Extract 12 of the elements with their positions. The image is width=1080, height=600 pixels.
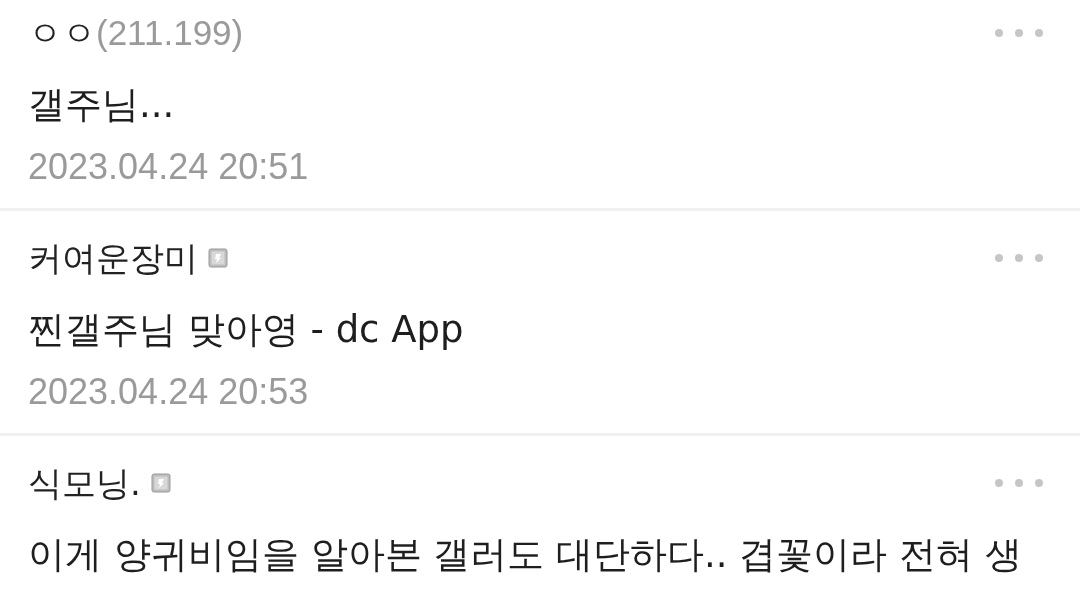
author-name: 커여운장미 (28, 237, 198, 279)
more-icon[interactable] (995, 254, 1043, 262)
author-name: 식모닝. (28, 462, 141, 504)
ip-address: (211.199) (96, 12, 244, 54)
comment-text: 갤주님... (28, 82, 176, 128)
author-name: ㅇㅇ (28, 12, 96, 54)
comment-text: 이게 양귀비임을 알아본 갤러도 대단하다.. 겹꽃이라 전혀 생 (28, 532, 1023, 578)
comment-date: 2023.04.24 20:53 (28, 370, 310, 414)
more-icon[interactable] (995, 29, 1043, 37)
more-icon[interactable] (995, 479, 1043, 487)
comment-date: 2023.04.24 20:51 (28, 145, 310, 189)
comment-text: 찐갤주님 맞아영 - dc App (28, 307, 465, 353)
